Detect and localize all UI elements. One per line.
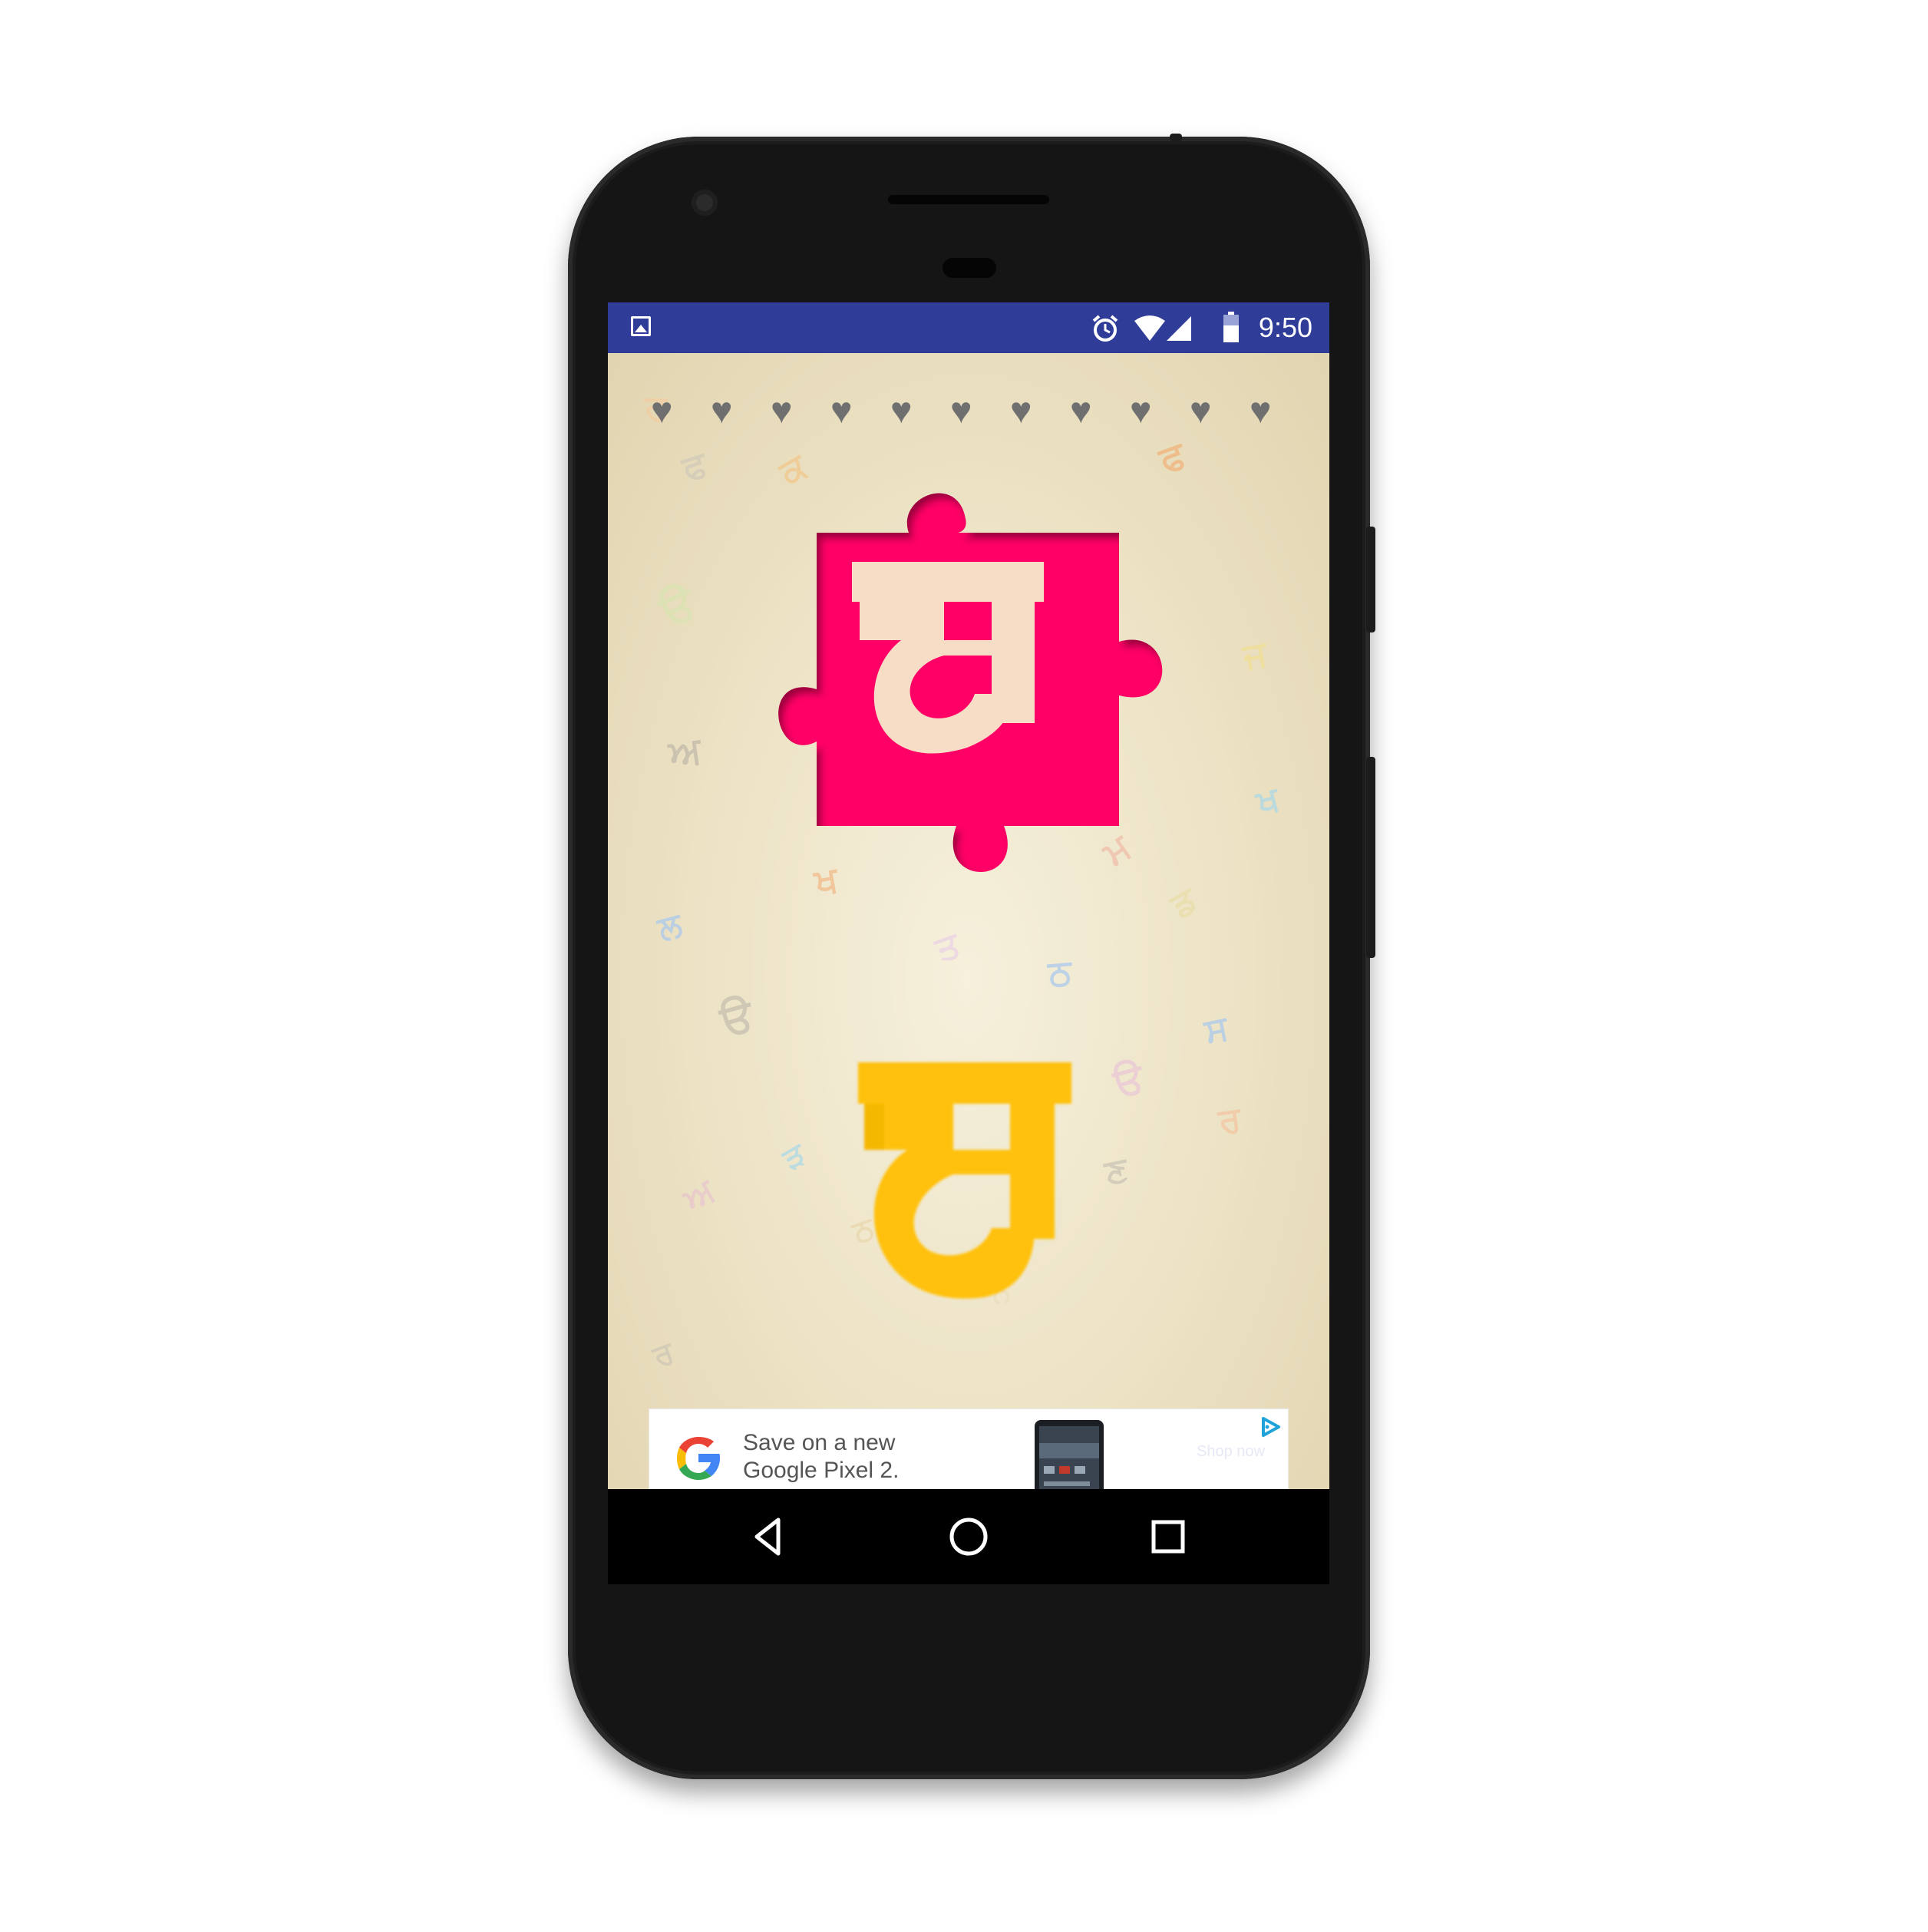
background-letter: ਕ [772,444,814,494]
background-letter: ੳ [1108,1055,1149,1107]
gallery-notification-icon [631,316,651,336]
phone-top-button [1170,134,1182,141]
life-heart-icon: ♥ [1130,391,1152,431]
ad-headline-line2[interactable]: Google Pixel 2. [743,1457,899,1485]
life-heart-icon: ♥ [771,391,793,431]
navigation-bar [608,1489,1329,1584]
earpiece-speaker [888,195,1049,204]
background-letter: ਅ [676,1171,722,1220]
ad-cta-button[interactable]: Shop now [1197,1443,1265,1461]
life-heart-icon: ♥ [830,391,853,431]
adchoices-icon[interactable] [1259,1415,1282,1438]
life-heart-icon: ♥ [711,391,733,431]
background-letter: ਅ [666,728,704,776]
life-heart-icon: ♥ [890,391,913,431]
puzzle-target-slot: ਬ [774,488,1173,903]
life-heart-icon: ♥ [651,391,673,431]
life-heart-icon: ♥ [1070,391,1092,431]
cellular-signal-icon [1167,316,1191,341]
ad-headline-line1[interactable]: Save on a new [743,1429,895,1457]
draggable-letter-text[interactable]: ਬ [853,1059,854,1060]
back-icon[interactable] [744,1512,794,1561]
background-letter: ਤ [929,923,966,970]
background-letter: ਰ [648,1335,678,1375]
background-letter: ਖ [1252,779,1284,823]
screen: 9:50 ਰ ਫ ਫ ੳ ਜ ਅ ਖ ਕ ਮ ਡ ਖ ਲ ਤ ਸ ਰ ਠ ੳ ਣ… [608,302,1329,1584]
life-heart-icon: ♥ [1190,391,1212,431]
background-letter: ਫ [1154,433,1191,482]
background-letter: ਸ [1201,1008,1232,1052]
draggable-letter[interactable]: ਬ [853,1059,1091,1313]
background-letter: ਣ [1101,1149,1131,1193]
wifi-icon [1134,315,1165,341]
background-letter: ੳ [652,576,704,637]
background-letter: ੳ [715,989,759,1047]
alarm-icon [1092,315,1118,342]
recents-icon[interactable] [1144,1512,1193,1561]
phone-volume-button [1366,757,1375,958]
life-heart-icon: ♥ [1010,391,1032,431]
game-area: ਰ ਫ ਫ ੳ ਜ ਅ ਖ ਕ ਮ ਡ ਖ ਲ ਤ ਸ ਰ ਠ ੳ ਣ ੳ ੜ … [608,353,1329,1489]
battery-icon [1223,312,1239,342]
ad-product-image[interactable] [1028,1420,1110,1489]
status-time: 9:50 [1258,312,1312,343]
background-letter: ੜ [777,1136,812,1177]
status-bar: 9:50 [608,302,1329,353]
background-letter: ਜ [1240,632,1270,678]
phone-power-button [1366,527,1375,632]
home-icon[interactable] [944,1512,993,1561]
life-heart-icon: ♥ [1250,391,1272,431]
front-camera [692,190,718,216]
proximity-sensor [943,258,996,278]
life-heart-icon: ♥ [950,391,972,431]
background-letter: ਰ [1216,1098,1244,1142]
background-letter: ਠ [1046,950,1074,995]
background-letter: ਫ [677,442,712,490]
puzzle-letter: ਬ [852,562,1044,754]
google-g-logo [677,1437,720,1480]
background-letter: ਲ [653,905,686,949]
ad-banner[interactable]: Save on a new Google Pixel 2. Shop now [649,1409,1288,1489]
